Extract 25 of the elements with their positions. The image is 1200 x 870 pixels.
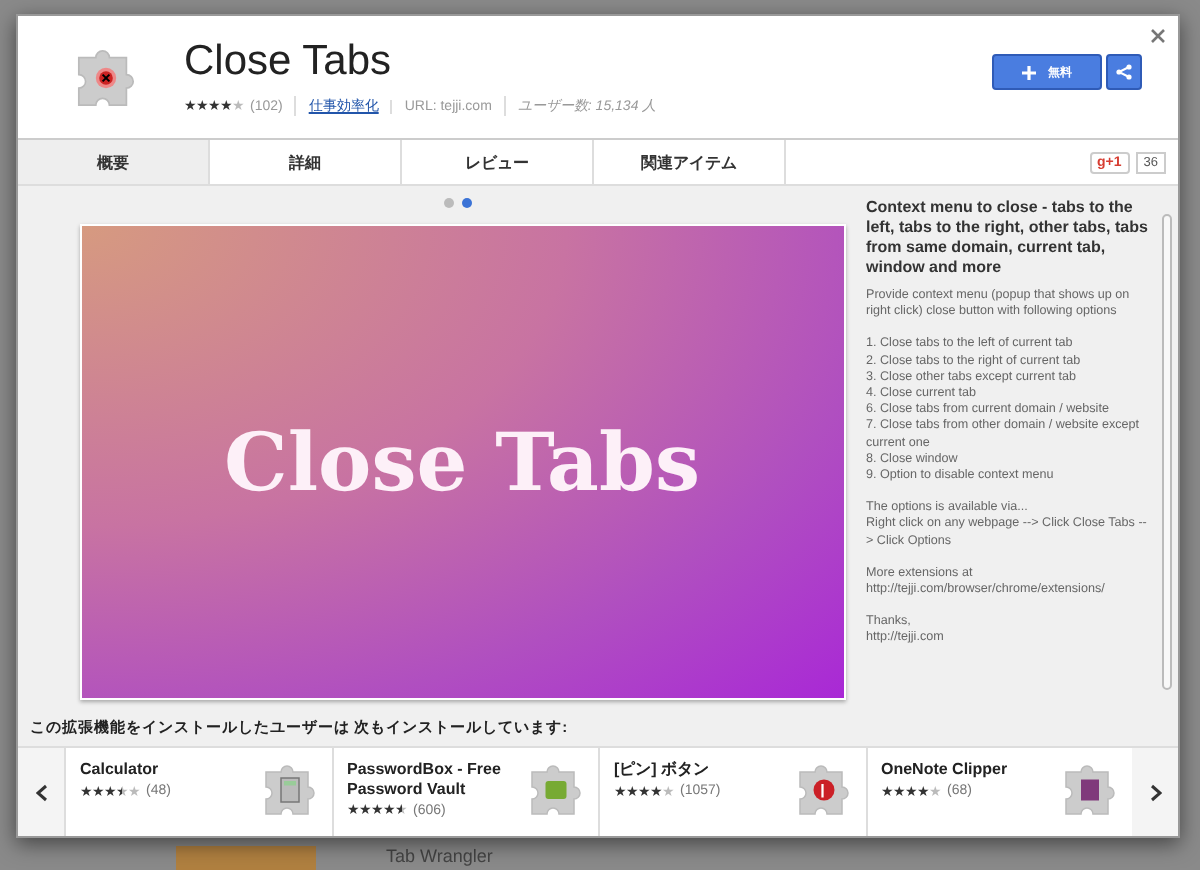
photo-placeholder [176, 846, 316, 870]
scrollbar[interactable] [1162, 214, 1172, 690]
chevron-right-icon [1149, 783, 1161, 801]
share-button[interactable] [1106, 54, 1142, 90]
extension-name: PasswordBox - Free Password Vault [347, 760, 503, 798]
puzzle-piece-icon [1060, 760, 1120, 820]
share-icon [1116, 64, 1132, 80]
description-heading: Context menu to close - tabs to the left, tabs to the right, other tabs, tabs from same domain, current tab, window and more [866, 198, 1150, 278]
puzzle-piece-icon [526, 760, 586, 820]
slide-dot[interactable] [462, 198, 472, 208]
slide-dot[interactable] [444, 198, 454, 208]
extension-name: Calculator [80, 760, 161, 779]
tab[interactable]: 概要 [18, 140, 210, 184]
background-item-title: Tab Wrangler [386, 846, 493, 870]
extension-name: [ピン] ボタン [614, 760, 712, 779]
chevron-left-icon [35, 783, 47, 801]
previous-button[interactable] [18, 748, 64, 836]
plus-icon [1022, 65, 1036, 79]
puzzle-piece-icon [259, 760, 319, 820]
banner-title: Close Tabs [224, 415, 700, 509]
puzzle-piece-icon [793, 760, 853, 820]
close-icon[interactable] [1148, 26, 1168, 46]
extension-name: OneNote Clipper [881, 760, 1010, 779]
next-button[interactable] [1132, 748, 1178, 836]
extension-title: Close Tabs [184, 38, 394, 86]
